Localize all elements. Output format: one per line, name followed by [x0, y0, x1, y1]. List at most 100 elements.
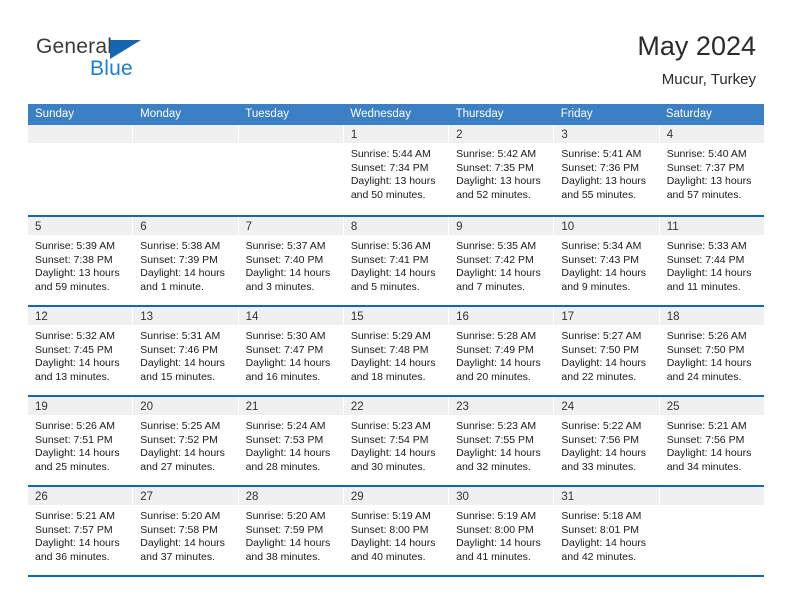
daylight-text-line2: and 34 minutes. [666, 460, 742, 473]
daylight-text-line2: and 33 minutes. [561, 460, 637, 473]
sunset-text: Sunset: 7:56 PM [666, 433, 745, 446]
sunrise-text: Sunrise: 5:40 AM [666, 148, 747, 160]
brand-name-blue: Blue [90, 57, 133, 80]
daylight-text-line1: Daylight: 14 hours [140, 537, 225, 550]
daylight-text-line2: and 55 minutes. [561, 188, 637, 201]
day-details: Sunrise: 5:42 AM Sunset: 7:35 PM Daylight:… [449, 143, 553, 202]
sunset-text: Sunset: 7:58 PM [140, 523, 218, 536]
day-number-band: 6 [133, 217, 238, 235]
day-details: Sunrise: 5:34 AM Sunset: 7:43 PM Daylight:… [554, 235, 658, 294]
weekday-header-friday: Friday [560, 108, 593, 120]
sunset-text: Sunset: 8:00 PM [350, 523, 429, 536]
day-number: 21 [245, 401, 259, 413]
calendar-bottom-rule [28, 575, 764, 577]
sunset-text: Sunset: 7:51 PM [35, 433, 113, 446]
daylight-text-line2: and 57 minutes. [666, 188, 742, 201]
day-cell-9[interactable]: 9 Sunrise: 5:35 AM Sunset: 7:42 PM Daylight… [449, 217, 555, 305]
day-cell-1[interactable]: 1 Sunrise: 5:44 AM Sunset: 7:34 PM Daylight… [343, 125, 450, 215]
sunrise-text: Sunrise: 5:23 AM [350, 420, 431, 432]
day-cell-13[interactable]: 13 Sunrise: 5:31 AM Sunset: 7:46 PM Dayligh… [133, 307, 239, 395]
day-number: 6 [140, 221, 147, 233]
day-number-band: 29 [343, 487, 449, 505]
day-cell-21[interactable]: 21 Sunrise: 5:24 AM Sunset: 7:53 PM Dayligh… [238, 397, 344, 485]
day-details: Sunrise: 5:28 AM Sunset: 7:49 PM Daylight:… [449, 325, 553, 384]
day-cell-16[interactable]: 16 Sunrise: 5:28 AM Sunset: 7:49 PM Dayligh… [449, 307, 555, 395]
day-number: 9 [456, 221, 463, 233]
day-number-band: 9 [449, 217, 554, 235]
day-number: 16 [456, 311, 469, 323]
day-cell-28[interactable]: 28 Sunrise: 5:20 AM Sunset: 7:59 PM Dayligh… [238, 487, 344, 575]
day-cell-3[interactable]: 3 Sunrise: 5:41 AM Sunset: 7:36 PM Daylight… [554, 125, 660, 215]
day-details: Sunrise: 5:32 AM Sunset: 7:45 PM Daylight:… [28, 325, 132, 384]
sunset-text: Sunset: 7:34 PM [350, 161, 429, 174]
sunrise-text: Sunrise: 5:33 AM [666, 240, 747, 252]
day-cell-31[interactable]: 31 Sunrise: 5:18 AM Sunset: 8:01 PM Dayligh… [554, 487, 660, 575]
day-cell-6[interactable]: 6 Sunrise: 5:38 AM Sunset: 7:39 PM Daylight… [133, 217, 239, 305]
daylight-text-line2: and 30 minutes. [350, 460, 426, 473]
daylight-text-line2: and 52 minutes. [456, 188, 531, 201]
daylight-text-line2: and 32 minutes. [456, 460, 531, 473]
day-cell-7[interactable]: 7 Sunrise: 5:37 AM Sunset: 7:40 PM Daylight… [238, 217, 344, 305]
daylight-text-line1: Daylight: 13 hours [35, 267, 120, 280]
day-number: 22 [350, 401, 364, 413]
calendar-week-row: 5 Sunrise: 5:39 AM Sunset: 7:38 PM Daylight… [28, 215, 764, 305]
day-cell-11[interactable]: 11 Sunrise: 5:33 AM Sunset: 7:44 PM Dayligh… [659, 217, 764, 305]
day-number: 31 [561, 491, 575, 503]
sunrise-text: Sunrise: 5:32 AM [35, 330, 115, 342]
day-details: Sunrise: 5:37 AM Sunset: 7:40 PM Daylight:… [239, 235, 343, 294]
daylight-text-line1: Daylight: 14 hours [561, 357, 647, 370]
day-cell-19[interactable]: 19 Sunrise: 5:26 AM Sunset: 7:51 PM Dayligh… [28, 397, 134, 485]
day-cell-8[interactable]: 8 Sunrise: 5:36 AM Sunset: 7:41 PM Daylight… [343, 217, 450, 305]
day-number-band: 20 [133, 397, 238, 415]
day-number-band: 22 [343, 397, 449, 415]
day-cell-30[interactable]: 30 Sunrise: 5:19 AM Sunset: 8:00 PM Dayligh… [449, 487, 555, 575]
sunrise-text: Sunrise: 5:44 AM [350, 148, 431, 160]
day-cell-4[interactable]: 4 Sunrise: 5:40 AM Sunset: 7:37 PM Daylight… [659, 125, 764, 215]
day-cell-10[interactable]: 10 Sunrise: 5:34 AM Sunset: 7:43 PM Dayligh… [554, 217, 660, 305]
day-cell-27[interactable]: 27 Sunrise: 5:20 AM Sunset: 7:58 PM Dayligh… [133, 487, 239, 575]
sunrise-text: Sunrise: 5:18 AM [561, 510, 642, 522]
day-number: 19 [35, 401, 48, 413]
page-subtitle: Mucur, Turkey [661, 71, 756, 88]
calendar-week-row: 1 Sunrise: 5:44 AM Sunset: 7:34 PM Daylight… [28, 125, 764, 215]
calendar-weeks: 1 Sunrise: 5:44 AM Sunset: 7:34 PM Daylight… [28, 125, 764, 575]
day-cell-25[interactable]: 25 Sunrise: 5:21 AM Sunset: 7:56 PM Dayligh… [659, 397, 764, 485]
daylight-text-line1: Daylight: 14 hours [350, 357, 436, 370]
daylight-text-line1: Daylight: 14 hours [35, 537, 120, 550]
day-details: Sunrise: 5:19 AM Sunset: 8:00 PM Daylight:… [449, 505, 553, 564]
day-cell-2[interactable]: 2 Sunrise: 5:42 AM Sunset: 7:35 PM Daylight… [449, 125, 555, 215]
daylight-text-line2: and 13 minutes. [35, 370, 110, 383]
day-cell-29[interactable]: 29 Sunrise: 5:19 AM Sunset: 8:00 PM Dayligh… [343, 487, 450, 575]
page-header: General Blue May 2024 Mucur, Turkey [0, 0, 792, 104]
day-cell-14[interactable]: 14 Sunrise: 5:30 AM Sunset: 7:47 PM Dayligh… [238, 307, 344, 395]
day-cell-17[interactable]: 17 Sunrise: 5:27 AM Sunset: 7:50 PM Dayligh… [554, 307, 660, 395]
day-number-band: 23 [449, 397, 554, 415]
day-cell-20[interactable]: 20 Sunrise: 5:25 AM Sunset: 7:52 PM Dayligh… [133, 397, 239, 485]
day-cell-18[interactable]: 18 Sunrise: 5:26 AM Sunset: 7:50 PM Dayligh… [659, 307, 764, 395]
sunset-text: Sunset: 7:50 PM [561, 343, 640, 356]
daylight-text-line1: Daylight: 14 hours [561, 267, 647, 280]
day-number-band: 14 [238, 307, 343, 325]
day-number: 3 [561, 129, 568, 141]
daylight-text-line2: and 41 minutes. [456, 550, 531, 563]
daylight-text-line2: and 37 minutes. [140, 550, 215, 563]
daylight-text-line2: and 40 minutes. [350, 550, 426, 563]
day-number: 5 [35, 221, 42, 233]
day-details: Sunrise: 5:40 AM Sunset: 7:37 PM Daylight:… [660, 143, 764, 202]
day-cell-24[interactable]: 24 Sunrise: 5:22 AM Sunset: 7:56 PM Dayligh… [554, 397, 660, 485]
day-cell-12[interactable]: 12 Sunrise: 5:32 AM Sunset: 7:45 PM Dayligh… [28, 307, 134, 395]
day-cell-15[interactable]: 15 Sunrise: 5:29 AM Sunset: 7:48 PM Dayligh… [343, 307, 450, 395]
sunrise-text: Sunrise: 5:28 AM [456, 330, 537, 342]
day-cell-23[interactable]: 23 Sunrise: 5:23 AM Sunset: 7:55 PM Dayligh… [449, 397, 555, 485]
day-cell-26[interactable]: 26 Sunrise: 5:21 AM Sunset: 7:57 PM Dayligh… [28, 487, 134, 575]
day-number: 4 [666, 129, 674, 141]
day-details: Sunrise: 5:22 AM Sunset: 7:56 PM Daylight:… [554, 415, 658, 474]
day-details: Sunrise: 5:23 AM Sunset: 7:54 PM Daylight:… [344, 415, 448, 474]
daylight-text-line2: and 27 minutes. [140, 460, 215, 473]
day-cell-22[interactable]: 22 Sunrise: 5:23 AM Sunset: 7:54 PM Dayligh… [343, 397, 450, 485]
daylight-text-line1: Daylight: 14 hours [140, 267, 225, 280]
day-number: 24 [561, 401, 575, 413]
sunrise-text: Sunrise: 5:22 AM [561, 420, 642, 432]
day-cell-5[interactable]: 5 Sunrise: 5:39 AM Sunset: 7:38 PM Daylight… [28, 217, 134, 305]
brand-logo[interactable]: General Blue [36, 36, 236, 88]
